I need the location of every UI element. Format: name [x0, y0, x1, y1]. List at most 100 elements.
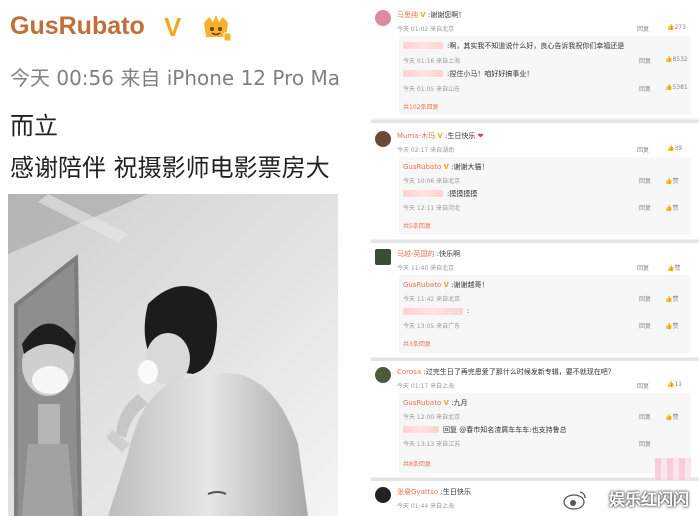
comment-author[interactable]: 马越-英国的 :快乐啊: [397, 249, 460, 259]
comment-text: :生日快乐: [445, 132, 476, 140]
comment-author-name[interactable]: 马思纯: [397, 11, 418, 19]
more-replies-link[interactable]: 共102条回复: [403, 102, 438, 111]
redacted-name: [403, 308, 463, 315]
comment-text: :谢谢您啊！: [427, 11, 466, 19]
reply-author[interactable]: GusRubato V :谢谢大猫！: [403, 162, 489, 172]
comment-text: :过完生日了再完恩爱了那什么时候发新专辑，要不就现在吧？: [423, 368, 615, 376]
weibo-post: GusRubato V 今天 00:56 来自 iPhone 12 Pro Ma…: [0, 0, 370, 516]
comment-item: Muma-木玛 V :生日快乐 ❤ 今天 02:17 来自湖南 回复 👍39 G…: [371, 123, 699, 239]
comment-time: 今天 01:44 来自上海: [397, 503, 455, 510]
reply-text: :捏住小马！咱好好搞事业！: [447, 70, 534, 78]
post-text-line-1: 而立: [10, 112, 58, 140]
comment-text: :生日快乐: [440, 488, 471, 496]
reply-author[interactable]: GusRubato V :九月: [403, 398, 468, 408]
like-count[interactable]: 👍8532: [665, 56, 688, 63]
comment-author[interactable]: 马思纯 V :谢谢您啊！: [397, 10, 465, 20]
more-replies-link[interactable]: 共5条回复: [403, 221, 431, 230]
reply-time: 今天 11:42 来自北京: [403, 296, 461, 303]
shaving-mirror-photo: [8, 194, 338, 516]
reply-time: 今天 13:13 来自江苏: [403, 441, 461, 448]
reply-time: 今天 12:11 来自河北: [403, 205, 461, 212]
verified-icon: V: [164, 12, 182, 42]
like-count[interactable]: 👍赞: [665, 176, 679, 185]
like-count[interactable]: 👍赞: [667, 263, 681, 272]
comment-author-name[interactable]: Muma-木玛: [397, 132, 435, 140]
like-count[interactable]: 👍赞: [665, 412, 679, 421]
comment-item: Corosa :过完生日了再完恩爱了那什么时候发新专辑，要不就现在吧？ 今天 0…: [371, 361, 699, 477]
reply-button[interactable]: 回复: [639, 84, 651, 93]
reply-button[interactable]: 回复: [637, 263, 649, 272]
verified-icon: V: [443, 163, 449, 171]
verified-icon: V: [420, 11, 426, 19]
redacted-name: [403, 70, 443, 77]
reply-button[interactable]: 回复: [639, 176, 651, 185]
comment-author-name[interactable]: 马越-英国的: [397, 250, 435, 258]
reply-button[interactable]: 回复: [639, 321, 651, 330]
reply-text: :啊，其实我不知道说什么好，良心告诉我祝你们幸福还是: [447, 42, 625, 50]
verified-icon: V: [443, 281, 449, 289]
post-username[interactable]: GusRubato: [10, 12, 145, 41]
heart-icon: ❤: [477, 132, 484, 140]
reply-button[interactable]: 回复: [639, 412, 651, 421]
comment-item: 马越-英国的 :快乐啊 今天 11:40 来自北京 回复 👍赞 GusRubat…: [371, 243, 699, 357]
reply-text: :: [467, 307, 470, 315]
like-count[interactable]: 👍5381: [665, 84, 688, 91]
reply-text: :摸摸摸摸: [447, 190, 478, 198]
post-text-line-2: 感谢陪伴 祝摄影师电影票房大: [10, 154, 330, 182]
reply-time: 今天 12:00 来自北京: [403, 414, 461, 421]
comment-author[interactable]: Corosa :过完生日了再完恩爱了那什么时候发新专辑，要不就现在吧？: [397, 367, 615, 377]
reply-time: 今天 13:05 来自广东: [403, 323, 461, 330]
comment-time: 今天 01:02 来自北京: [397, 26, 455, 33]
comment-author[interactable]: 张悬Gyattso :生日快乐: [397, 487, 471, 497]
replies-box: :啊，其实我不知道说什么好，良心告诉我祝你们幸福还是 今天 01:16 来自上海…: [399, 36, 691, 114]
verified-icon: V: [437, 132, 443, 140]
comment-time: 今天 11:40 来自北京: [397, 265, 455, 272]
like-count[interactable]: 👍赞: [665, 294, 679, 303]
post-photo[interactable]: [8, 194, 338, 516]
reply-author[interactable]: GusRubato V :谢谢越哥！: [403, 280, 489, 290]
replies-box: GusRubato V :谢谢大猫！ 今天 10:06 来自北京 回复 👍赞 :…: [399, 157, 691, 235]
like-count[interactable]: 👍273: [667, 24, 686, 31]
more-replies-link[interactable]: 共3条回复: [403, 339, 431, 348]
avatar[interactable]: [375, 487, 391, 503]
post-meta: 今天 00:56 来自 iPhone 12 Pro Ma: [10, 66, 340, 90]
like-count[interactable]: 👍11: [667, 381, 682, 388]
reply-time: 今天 10:06 来自北京: [403, 178, 461, 185]
reply-button[interactable]: 回复: [637, 145, 649, 154]
comment-time: 今天 01:17 来自上海: [397, 383, 455, 390]
reply-button[interactable]: 回复: [637, 24, 649, 33]
comment-item: 马思纯 V :谢谢您啊！ 今天 01:02 来自北京 回复 👍273 :啊，其实…: [371, 0, 699, 118]
reply-time: 今天 01:05 来自山东: [403, 86, 461, 93]
reply-time: 今天 01:16 来自上海: [403, 58, 461, 65]
watermark-text: 娱乐红闪闪: [608, 490, 689, 509]
like-count[interactable]: 👍39: [667, 145, 682, 152]
redacted-name: [403, 42, 443, 49]
like-count[interactable]: 👍赞: [665, 203, 679, 212]
reply-button[interactable]: 回复: [639, 294, 651, 303]
replies-box: GusRubato V :九月 今天 12:00 来自北京 回复 👍赞 回复 @…: [399, 393, 691, 473]
avatar[interactable]: [375, 367, 391, 383]
comments-panel: 马思纯 V :谢谢您啊！ 今天 01:02 来自北京 回复 👍273 :啊，其实…: [371, 0, 699, 516]
comment-author-name[interactable]: 张悬Gyattso: [397, 488, 438, 496]
replies-box: GusRubato V :谢谢越哥！ 今天 11:42 来自北京 回复 👍赞 :…: [399, 275, 691, 353]
reply-button[interactable]: 回复: [637, 381, 649, 390]
avatar[interactable]: [375, 249, 391, 265]
reply-button[interactable]: 回复: [639, 439, 651, 448]
comment-time: 今天 02:17 来自湖南: [397, 147, 455, 154]
comment-author-name[interactable]: Corosa: [397, 368, 421, 376]
reply-text: 回复 @春市知名渣屑车车车:也支持鲁总: [443, 426, 567, 434]
more-replies-link[interactable]: 共8条回复: [403, 459, 431, 468]
vip-crown-icon: [204, 15, 232, 42]
weibo-logo-icon: [563, 491, 586, 510]
redacted-name: [403, 426, 439, 433]
avatar[interactable]: [375, 10, 391, 26]
like-count[interactable]: 👍赞: [665, 321, 679, 330]
reply-button[interactable]: 回复: [639, 203, 651, 212]
redacted-overlay: [655, 458, 691, 480]
reply-button[interactable]: 回复: [639, 56, 651, 65]
comment-author[interactable]: Muma-木玛 V :生日快乐 ❤: [397, 131, 483, 141]
redacted-name: [403, 190, 443, 197]
verified-icon: V: [443, 399, 449, 407]
avatar[interactable]: [375, 131, 391, 147]
comment-text: :快乐啊: [436, 250, 461, 258]
